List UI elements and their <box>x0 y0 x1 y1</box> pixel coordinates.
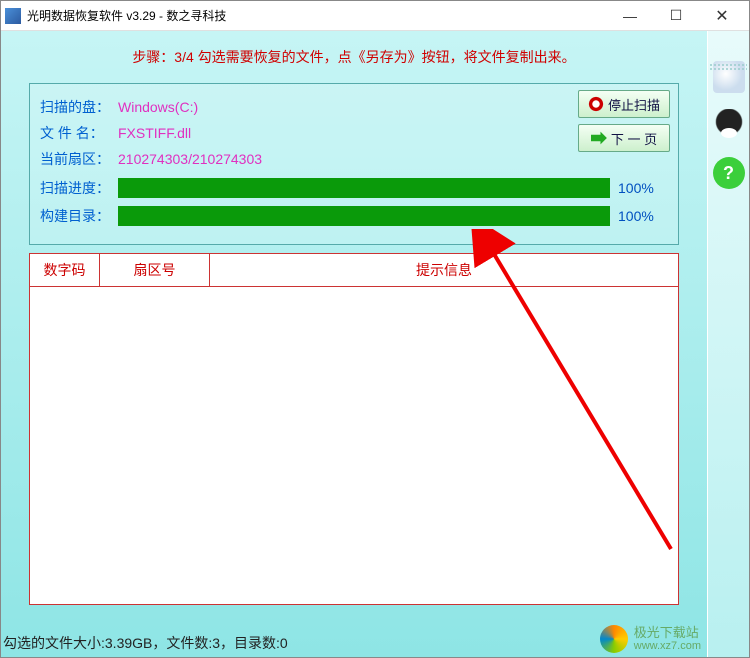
sector-row: 当前扇区： 210274303/210274303 <box>40 148 668 170</box>
scan-progress-percent: 100% <box>618 180 668 196</box>
side-toolbar: ? <box>707 31 749 657</box>
build-progress-bar <box>118 206 610 226</box>
step-instruction: 步骤：3/4 勾选需要恢复的文件，点《另存为》按钮，将文件复制出来。 <box>1 31 707 77</box>
action-buttons: 停止扫描 下 一 页 <box>578 90 670 152</box>
app-window: 光明数据恢复软件 v3.29 - 数之寻科技 — ☐ ✕ 步骤：3/4 勾选需要… <box>0 0 750 658</box>
scan-progress-bar <box>118 178 610 198</box>
close-button[interactable]: ✕ <box>699 2 745 30</box>
qq-penguin-icon[interactable] <box>713 109 745 141</box>
scan-progress-row: 扫描进度： 100% <box>40 178 668 198</box>
resize-grip <box>709 63 747 71</box>
filename-value: FXSTIFF.dll <box>118 125 191 141</box>
stop-icon <box>588 96 604 112</box>
minimize-button[interactable]: — <box>607 2 653 30</box>
watermark-url: www.xz7.com <box>634 640 701 652</box>
next-page-button[interactable]: 下 一 页 <box>578 124 670 152</box>
titlebar: 光明数据恢复软件 v3.29 - 数之寻科技 — ☐ ✕ <box>1 1 749 31</box>
watermark: 极光下载站 www.xz7.com <box>600 625 701 653</box>
next-page-label: 下 一 页 <box>611 129 657 148</box>
disk-row: 扫描的盘： Windows(C:) <box>40 96 668 118</box>
window-title: 光明数据恢复软件 v3.29 - 数之寻科技 <box>27 7 607 24</box>
status-bar: 勾选的文件大小:3.39GB，文件数:3，目录数:0 <box>3 633 288 653</box>
col-sector-number[interactable]: 扇区号 <box>100 254 210 286</box>
maximize-button[interactable]: ☐ <box>653 2 699 30</box>
help-icon[interactable]: ? <box>713 157 745 189</box>
client-area: 步骤：3/4 勾选需要恢复的文件，点《另存为》按钮，将文件复制出来。 停止扫描 … <box>1 31 749 657</box>
scan-progress-label: 扫描进度： <box>40 178 118 198</box>
build-progress-row: 构建目录： 100% <box>40 206 668 226</box>
table-body[interactable] <box>29 287 679 605</box>
stop-scan-label: 停止扫描 <box>608 95 660 114</box>
disk-value: Windows(C:) <box>118 99 198 115</box>
col-number-code[interactable]: 数字码 <box>30 254 100 286</box>
table-header: 数字码 扇区号 提示信息 <box>29 253 679 287</box>
sector-value: 210274303/210274303 <box>118 151 262 167</box>
arrow-right-icon <box>591 130 607 146</box>
main-panel: 步骤：3/4 勾选需要恢复的文件，点《另存为》按钮，将文件复制出来。 停止扫描 … <box>1 31 707 657</box>
watermark-name: 极光下载站 <box>634 626 701 640</box>
filename-label: 文 件 名： <box>40 123 118 143</box>
col-hint-info[interactable]: 提示信息 <box>210 254 678 286</box>
stop-scan-button[interactable]: 停止扫描 <box>578 90 670 118</box>
disk-label: 扫描的盘： <box>40 97 118 117</box>
build-progress-percent: 100% <box>618 208 668 224</box>
scan-info-panel: 停止扫描 下 一 页 扫描的盘： Windows(C:) 文 件 名： FXST… <box>29 83 679 245</box>
result-table: 数字码 扇区号 提示信息 <box>29 253 679 605</box>
watermark-logo-icon <box>600 625 628 653</box>
sector-label: 当前扇区： <box>40 149 118 169</box>
watermark-text: 极光下载站 www.xz7.com <box>634 626 701 652</box>
build-progress-label: 构建目录： <box>40 206 118 226</box>
filename-row: 文 件 名： FXSTIFF.dll <box>40 122 668 144</box>
window-controls: — ☐ ✕ <box>607 2 745 30</box>
app-icon <box>5 8 21 24</box>
